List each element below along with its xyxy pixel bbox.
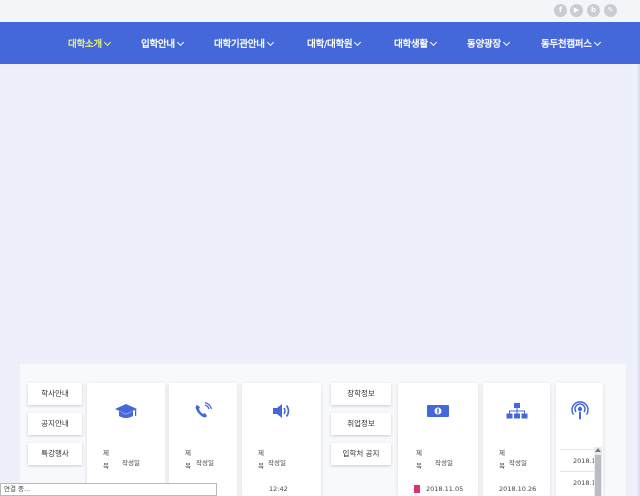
phone-icon <box>169 401 237 421</box>
board-card-contact: 제 목 작성일 <box>169 383 237 496</box>
chevron-down-icon <box>429 38 437 47</box>
facebook-icon[interactable]: f <box>554 4 567 17</box>
post-date: 2018.11.05 <box>426 485 464 493</box>
blog-icon[interactable]: b <box>587 4 600 17</box>
chevron-down-icon <box>593 38 601 47</box>
row-divider <box>560 449 594 450</box>
tab-employment[interactable]: 취업정보 <box>331 413 391 435</box>
browser-status-bar: 연결 중... <box>0 483 217 496</box>
speaker-icon <box>242 401 321 421</box>
nav-item-colleges[interactable]: 대학/대학원 <box>307 36 362 50</box>
nav-item-campus-life[interactable]: 대학생활 <box>394 36 437 50</box>
hero-banner <box>0 64 640 364</box>
sitemap-icon <box>483 401 550 421</box>
chevron-down-icon <box>502 38 510 47</box>
column-date-label: 작성일 <box>268 459 286 467</box>
board-card-scholarship: 제 목 작성일 2018.11.05 <box>398 383 478 496</box>
chevron-down-icon <box>103 38 111 47</box>
chevron-down-icon <box>266 38 274 47</box>
money-icon <box>398 401 478 421</box>
board-card-employment: 제 목 작성일 2018.10.26 <box>483 383 550 496</box>
column-date-label: 작성일 <box>122 459 140 467</box>
column-date-label: 작성일 <box>196 459 214 467</box>
board-card-academic: 제 목 작성일 <box>87 383 165 496</box>
column-title-label: 제 목 <box>185 449 191 470</box>
nav-item-dongducheon[interactable]: 동두천캠퍼스 <box>541 36 601 50</box>
row-divider <box>560 471 594 472</box>
nav-item-about[interactable]: 대학소개 <box>68 36 111 50</box>
nav-item-admission[interactable]: 입학안내 <box>141 36 184 50</box>
post-time: 12:42 <box>269 485 288 493</box>
tab-admission-notice[interactable]: 입학처 공지 <box>331 443 391 465</box>
edit-icon[interactable]: ✎ <box>604 4 617 17</box>
nav-item-institutions[interactable]: 대학기관안내 <box>214 36 274 50</box>
post-date: 2018.10.26 <box>499 485 537 493</box>
new-badge <box>414 485 420 493</box>
column-title-label: 제 목 <box>416 449 422 470</box>
tab-events[interactable]: 특강행사 <box>28 443 82 465</box>
column-title-label: 제 목 <box>499 449 505 470</box>
column-title-label: 제 목 <box>103 449 109 470</box>
chevron-down-icon <box>354 38 362 47</box>
column-title-label: 제 목 <box>258 449 264 470</box>
tab-notice[interactable]: 공지안내 <box>28 413 82 435</box>
graduation-cap-icon <box>87 401 165 421</box>
tab-scholarship[interactable]: 장학정보 <box>331 383 391 405</box>
scroll-thumb[interactable] <box>595 455 601 496</box>
list-scrollbar[interactable] <box>594 447 602 496</box>
podcast-icon <box>556 401 603 421</box>
board-card-events: 제 목 작성일 12:42 <box>242 383 321 496</box>
post-date: 2018.1 <box>573 457 596 465</box>
youtube-icon[interactable]: ▶ <box>570 4 583 17</box>
tab-academic[interactable]: 학사안내 <box>28 383 82 405</box>
chevron-down-icon <box>176 38 184 47</box>
scroll-up-icon[interactable] <box>595 448 601 452</box>
column-date-label: 작성일 <box>509 459 527 467</box>
nav-item-plaza[interactable]: 동양광장 <box>467 36 510 50</box>
column-date-label: 작성일 <box>435 459 453 467</box>
top-bar: f ▶ b ✎ <box>0 0 640 22</box>
post-date: 2018.1 <box>573 479 596 487</box>
main-nav: 대학소개 입학안내 대학기관안내 대학/대학원 대학생활 동양광장 동두천캠퍼스 <box>0 22 640 64</box>
